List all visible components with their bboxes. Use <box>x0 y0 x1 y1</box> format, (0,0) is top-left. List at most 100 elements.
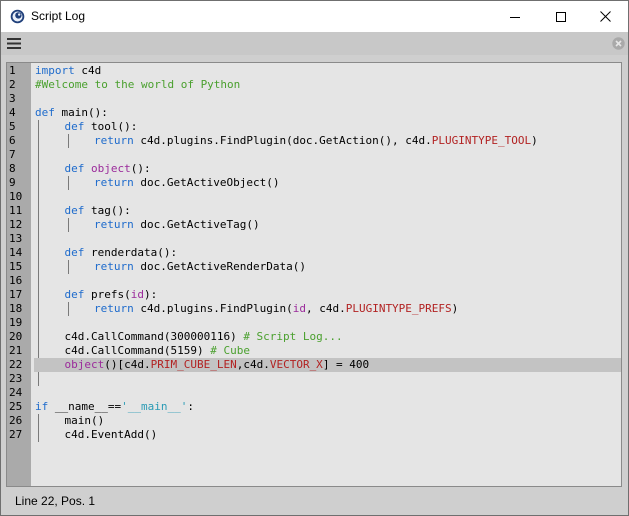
code-line[interactable]: 25 if __name__=='__main__': <box>7 400 621 414</box>
code-token: return <box>94 218 134 231</box>
code-token: ) <box>451 302 459 315</box>
maximize-button[interactable] <box>538 1 584 32</box>
line-code: #Welcome to the world of Python <box>34 78 621 92</box>
line-number: 24 <box>9 386 23 399</box>
code-line[interactable]: 27 c4d.EventAdd() <box>7 428 621 442</box>
code-token: c4d.CallCommand(300000116) <box>64 330 244 343</box>
window-title: Script Log <box>31 9 86 23</box>
code-line[interactable]: 4 def main(): <box>7 106 621 120</box>
code-token: __name__== <box>48 400 122 413</box>
code-line[interactable]: 11 def tag(): <box>7 204 621 218</box>
line-code: if __name__=='__main__': <box>34 400 621 414</box>
line-code: return doc.GetActiveObject() <box>34 176 621 190</box>
code-editor[interactable]: 1 import c4d 2 #Welcome to the world of Pyt… <box>6 62 622 487</box>
code-line[interactable]: 2 #Welcome to the world of Python <box>7 78 621 92</box>
line-number: 6 <box>9 134 16 147</box>
code-token: return <box>94 302 134 315</box>
code-token: def <box>35 106 55 119</box>
code-line[interactable]: 17 def prefs(id): <box>7 288 621 302</box>
code-line[interactable]: 18 return c4d.plugins.FindPlugin(id, c4d.… <box>7 302 621 316</box>
code-token: ] = 400 <box>322 358 370 371</box>
code-token: PLUGINTYPE_TOOL <box>431 134 532 147</box>
line-number: 2 <box>9 78 16 91</box>
indent-guide <box>38 372 39 386</box>
code-token: id <box>292 302 306 315</box>
code-token: prefs( <box>84 288 131 301</box>
line-code: c4d.CallCommand(300000116) # Script Log.… <box>34 330 621 344</box>
code-token: def <box>64 246 85 259</box>
code-line[interactable]: 21 c4d.CallCommand(5159) # Cube <box>7 344 621 358</box>
code-line[interactable]: 20 c4d.CallCommand(300000116) # Script Lo… <box>7 330 621 344</box>
code-line[interactable]: 15 return doc.GetActiveRenderData() <box>7 260 621 274</box>
code-token: : <box>187 400 194 413</box>
line-code: c4d.EventAdd() <box>34 428 621 442</box>
close-button[interactable] <box>582 1 628 32</box>
indent-guide <box>38 316 39 330</box>
code-line[interactable]: 12 return doc.GetActiveTag() <box>7 218 621 232</box>
indent-guide <box>38 148 39 162</box>
line-code: c4d.CallCommand(5159) # Cube <box>34 344 621 358</box>
code-lines: 1 import c4d 2 #Welcome to the world of Pyt… <box>7 64 621 442</box>
code-line[interactable]: 5 def tool(): <box>7 120 621 134</box>
code-line[interactable]: 10 <box>7 190 621 204</box>
title-bar[interactable]: Script Log <box>1 1 628 32</box>
line-code: return doc.GetActiveRenderData() <box>34 260 621 274</box>
code-line[interactable]: 9 return doc.GetActiveObject() <box>7 176 621 190</box>
line-number: 11 <box>9 204 23 217</box>
code-token: #Welcome to the world of Python <box>35 78 241 91</box>
code-token: def <box>64 204 85 217</box>
code-token: main(): <box>54 106 108 119</box>
line-code: def prefs(id): <box>34 288 621 302</box>
code-line[interactable]: 24 <box>7 386 621 400</box>
code-line[interactable]: 3 <box>7 92 621 106</box>
line-code: def tool(): <box>34 120 621 134</box>
code-token: def <box>64 120 85 133</box>
code-token: import <box>35 64 75 77</box>
code-token: doc.GetActiveObject() <box>133 176 280 189</box>
line-number: 20 <box>9 330 23 343</box>
code-line[interactable]: 1 import c4d <box>7 64 621 78</box>
code-line[interactable]: 7 <box>7 148 621 162</box>
line-number: 26 <box>9 414 23 427</box>
code-token: if <box>35 400 49 413</box>
code-token: return <box>94 134 134 147</box>
code-line[interactable]: 22 object()[c4d.PRIM_CUBE_LEN,c4d.VECTOR_… <box>7 358 621 372</box>
code-line[interactable]: 26 main() <box>7 414 621 428</box>
line-number: 9 <box>9 176 16 189</box>
line-number: 23 <box>9 372 23 385</box>
line-number: 13 <box>9 232 23 245</box>
line-number: 3 <box>9 92 16 105</box>
code-token: doc.GetActiveRenderData() <box>133 260 306 273</box>
line-number: 18 <box>9 302 23 315</box>
code-token: '__main__' <box>121 400 188 413</box>
close-icon <box>599 11 611 22</box>
minimize-button[interactable] <box>492 1 538 32</box>
line-number: 15 <box>9 260 23 273</box>
code-token: tag(): <box>84 204 131 217</box>
code-line[interactable]: 13 <box>7 232 621 246</box>
cinema4d-logo-icon <box>10 9 25 24</box>
line-number: 14 <box>9 246 23 259</box>
code-line[interactable]: 23 <box>7 372 621 386</box>
line-code: main() <box>34 414 621 428</box>
line-number: 16 <box>9 274 23 287</box>
line-number: 27 <box>9 428 23 441</box>
script-log-window: Script Log 1 import c4d 2 #Welcome to th… <box>0 0 629 516</box>
code-line[interactable]: 14 def renderdata(): <box>7 246 621 260</box>
code-line[interactable]: 16 <box>7 274 621 288</box>
code-line[interactable]: 6 return c4d.plugins.FindPlugin(doc.GetAc… <box>7 134 621 148</box>
maximize-icon <box>556 11 566 22</box>
code-token: def <box>64 288 85 301</box>
hamburger-menu-icon[interactable] <box>7 38 21 49</box>
code-token: (): <box>130 162 151 175</box>
close-panel-icon[interactable] <box>612 37 625 50</box>
line-number: 7 <box>9 148 16 161</box>
code-token: doc.GetActiveTag() <box>133 218 260 231</box>
line-code: return doc.GetActiveTag() <box>34 218 621 232</box>
code-token: tool(): <box>84 120 138 133</box>
code-line[interactable]: 8 def object(): <box>7 162 621 176</box>
line-code: return c4d.plugins.FindPlugin(doc.GetAct… <box>34 134 621 148</box>
code-token: PRIM_CUBE_LEN <box>150 358 237 371</box>
code-line[interactable]: 19 <box>7 316 621 330</box>
code-token: object <box>91 162 131 175</box>
